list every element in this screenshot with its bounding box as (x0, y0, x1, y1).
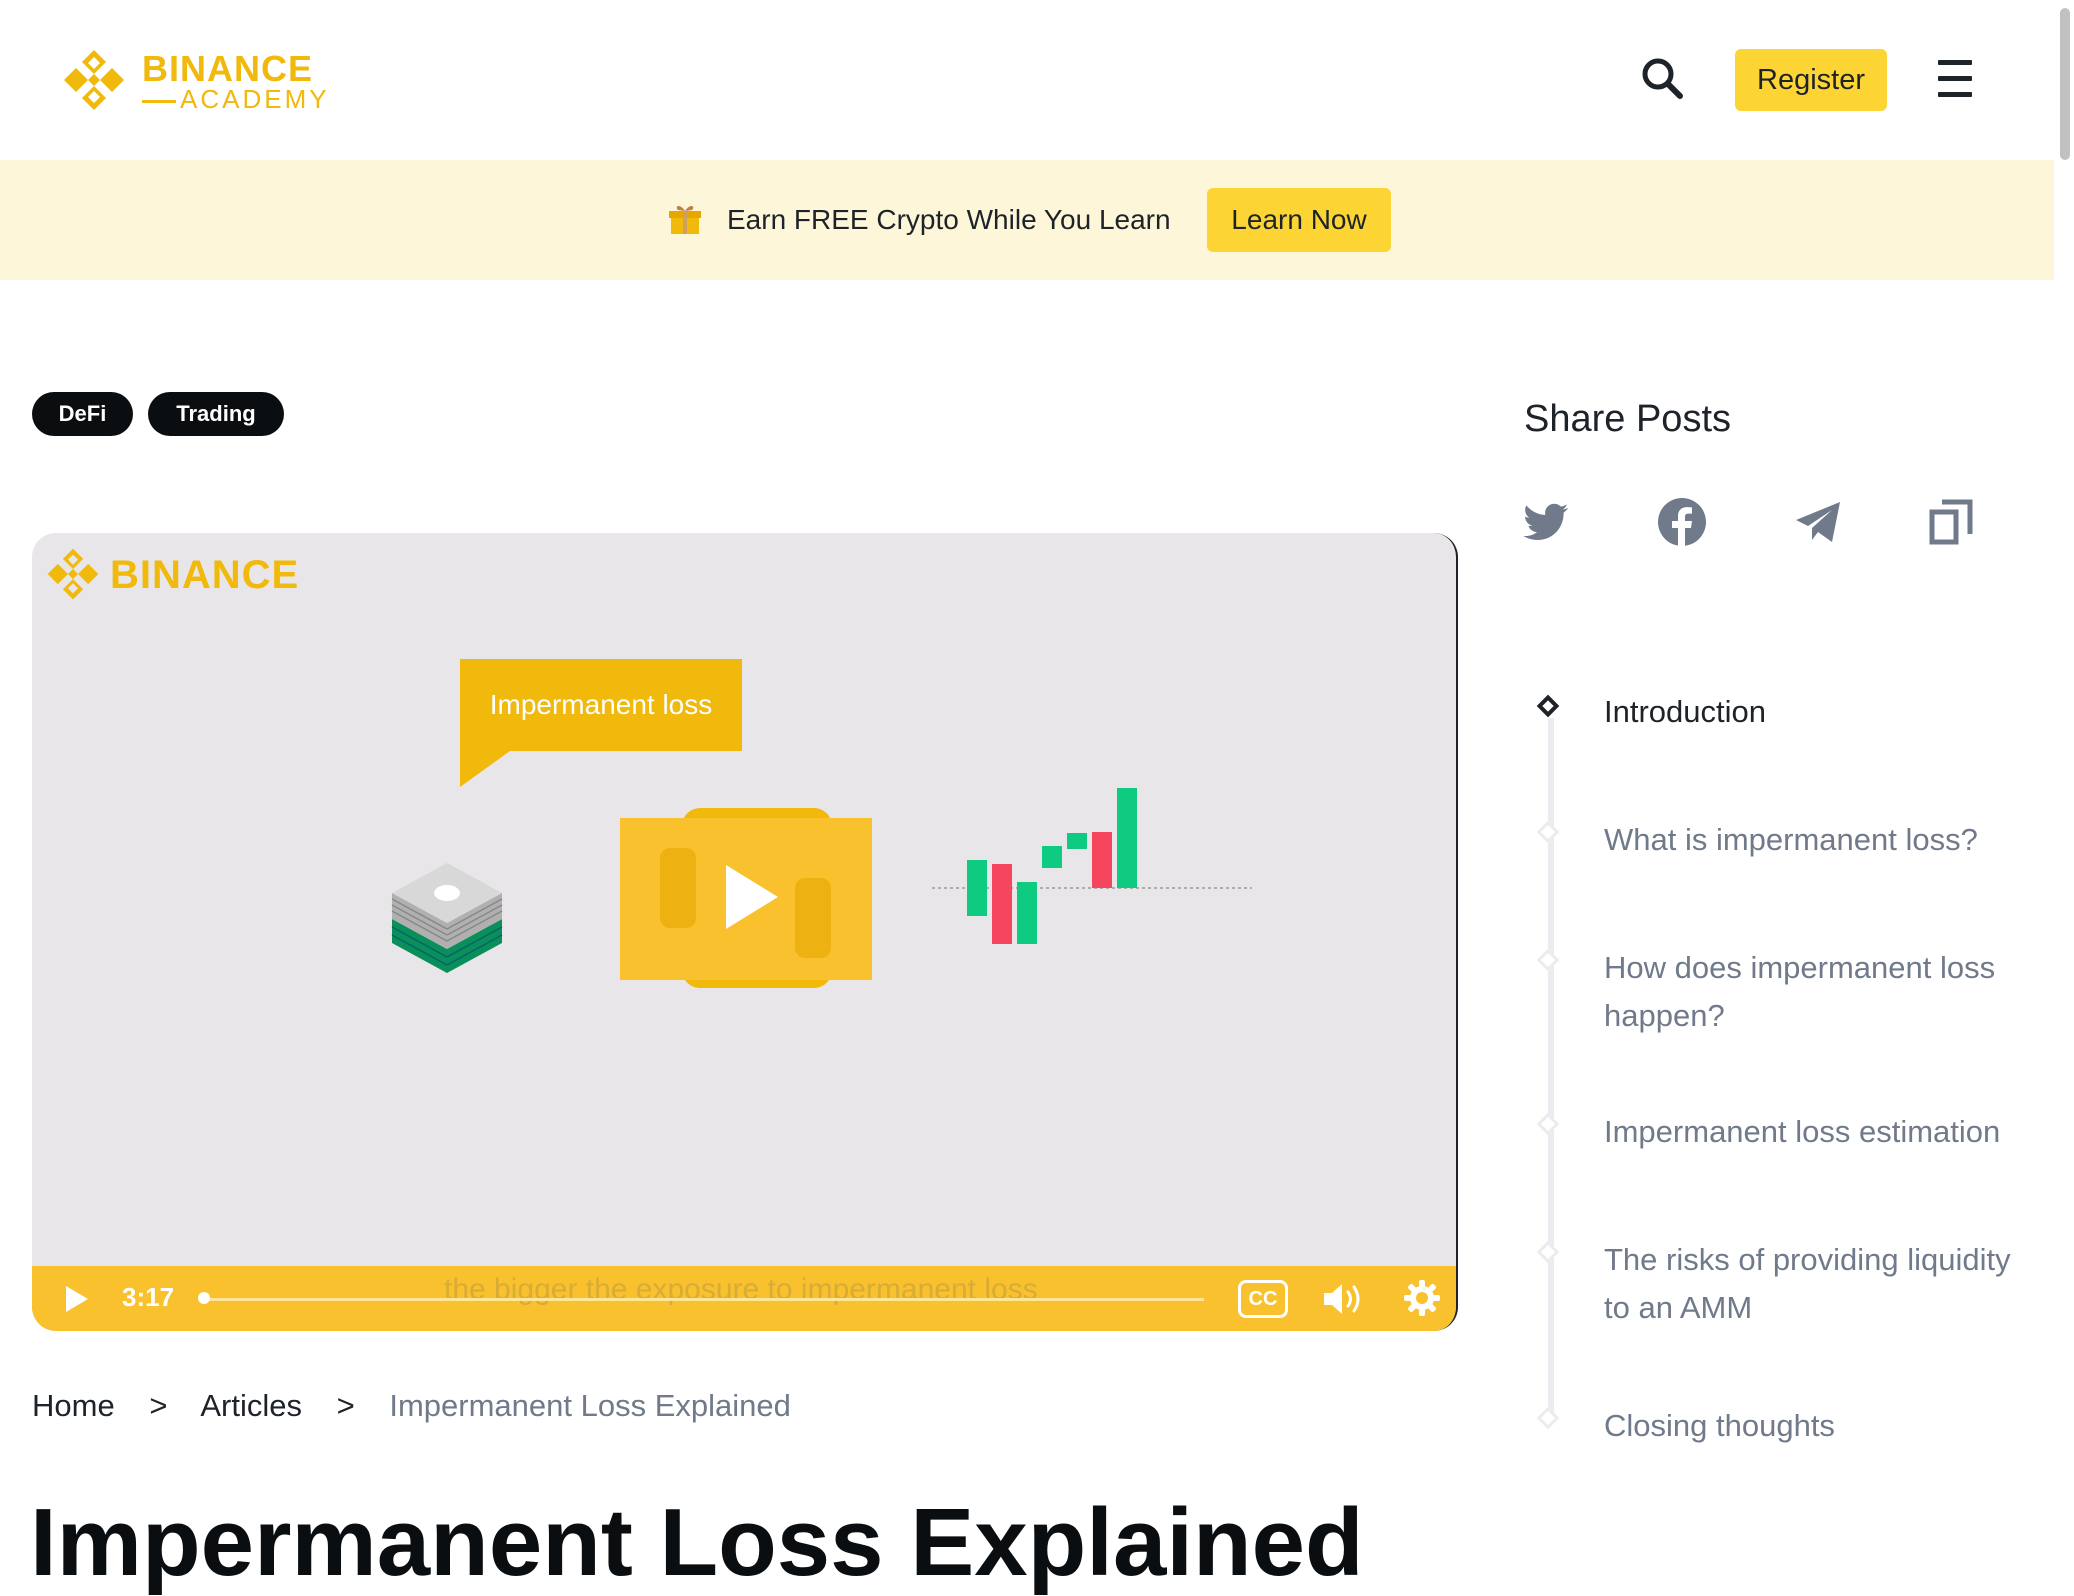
toc-marker (1536, 1240, 1560, 1264)
breadcrumb-separator: > (149, 1388, 168, 1423)
breadcrumb: Home > Articles > Impermanent Loss Expla… (32, 1388, 791, 1424)
logo-subtitle: ACADEMY (142, 84, 330, 115)
binance-logo-icon (47, 548, 99, 600)
volume-icon[interactable] (1322, 1280, 1366, 1318)
promo-banner: Earn FREE Crypto While You Learn Learn N… (0, 160, 2054, 280)
video-binance-logo: BINANCE (46, 547, 326, 603)
tag-defi[interactable]: DeFi (32, 392, 133, 436)
toc-item-estimation[interactable]: Impermanent loss estimation (1604, 1108, 2044, 1156)
progress-handle[interactable] (198, 1292, 210, 1304)
candlestick-illustration (932, 778, 1252, 978)
toc-marker-active (1536, 694, 1560, 718)
tag-trading[interactable]: Trading (148, 392, 284, 436)
toc-item-how-does-it-happen[interactable]: How does impermanent loss happen? (1604, 944, 2044, 1040)
search-icon[interactable] (1640, 56, 1684, 100)
toc-marker (1536, 1406, 1560, 1430)
breadcrumb-current: Impermanent Loss Explained (389, 1388, 791, 1423)
page-scrollbar[interactable] (2054, 0, 2074, 1574)
toc-item-what-is-impermanent-loss[interactable]: What is impermanent loss? (1604, 816, 2044, 864)
speech-bubble-tail (460, 751, 510, 787)
bubble-text: Impermanent loss (489, 689, 713, 720)
twitter-icon[interactable] (1520, 496, 1572, 548)
breadcrumb-home[interactable]: Home (32, 1388, 115, 1423)
progress-track[interactable] (204, 1298, 1204, 1301)
video-player[interactable]: BINANCE Impermanent loss 3:17 the bigger… (32, 533, 1458, 1331)
video-caption: the bigger the exposure to impermanent l… (444, 1273, 1038, 1306)
site-header: BINANCE ACADEMY Register (0, 0, 2054, 160)
settings-gear-icon[interactable] (1402, 1278, 1442, 1318)
captions-icon[interactable]: CC (1238, 1280, 1288, 1318)
register-button[interactable]: Register (1735, 49, 1887, 111)
video-controls: 3:17 the bigger the exposure to imperman… (32, 1266, 1456, 1331)
share-title: Share Posts (1524, 398, 1731, 440)
copy-link-icon[interactable] (1926, 496, 1978, 548)
toc-item-risks[interactable]: The risks of providing liquidity to an A… (1604, 1236, 2044, 1332)
telegram-icon[interactable] (1792, 496, 1844, 548)
learn-now-button[interactable]: Learn Now (1207, 188, 1391, 252)
toc-marker (1536, 948, 1560, 972)
facebook-icon[interactable] (1656, 496, 1708, 548)
toc-item-introduction[interactable]: Introduction (1604, 688, 2044, 736)
toc-marker (1536, 1112, 1560, 1136)
breadcrumb-separator: > (336, 1388, 355, 1423)
gift-icon (668, 202, 702, 236)
breadcrumb-articles[interactable]: Articles (200, 1388, 302, 1423)
promo-text: Earn FREE Crypto While You Learn (727, 204, 1171, 235)
scrollbar-thumb[interactable] (2060, 8, 2070, 160)
toc-marker (1536, 820, 1560, 844)
play-icon[interactable] (66, 1286, 88, 1312)
binance-academy-logo[interactable]: BINANCE ACADEMY (62, 46, 332, 116)
video-logo-text: BINANCE (110, 553, 300, 597)
big-play-icon[interactable] (726, 865, 778, 929)
toc-item-closing-thoughts[interactable]: Closing thoughts (1604, 1402, 2044, 1450)
speech-bubble: Impermanent loss (460, 659, 742, 751)
page-title: Impermanent Loss Explained (30, 1489, 1364, 1596)
money-stack-illustration (382, 833, 512, 973)
hamburger-menu-icon[interactable] (1938, 60, 1974, 98)
binance-logo-icon (64, 50, 124, 110)
video-time: 3:17 (122, 1282, 175, 1312)
